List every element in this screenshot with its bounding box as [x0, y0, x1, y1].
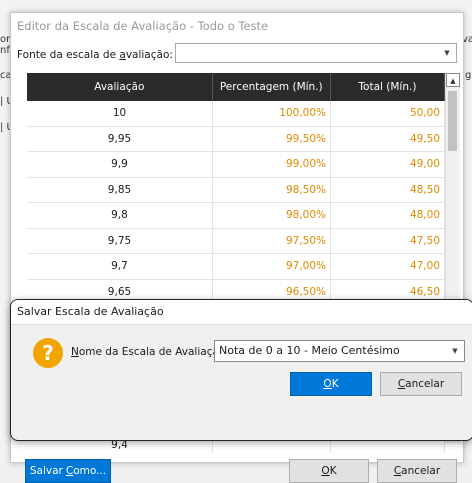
table-row[interactable]: 9,7 97,00% 47,00	[27, 254, 445, 280]
table-row[interactable]: 9,95 99,50% 49,50	[27, 126, 445, 152]
source-label: Fonte da escala de avaliação:	[17, 49, 173, 61]
total-cell[interactable]: 48,00	[331, 203, 445, 228]
save-scale-dialog: Salvar Escala de Avaliação ? Nome da Esc…	[10, 299, 472, 441]
scale-name-value: Nota de 0 a 10 - Meio Centésimo	[219, 344, 400, 357]
question-icon: ?	[33, 338, 63, 368]
grade-cell[interactable]: 9,85	[27, 177, 213, 202]
total-cell[interactable]: 47,50	[331, 228, 445, 253]
column-header-percent[interactable]: Percentagem (Mín.)	[213, 73, 331, 101]
chevron-down-icon[interactable]: ▼	[438, 44, 456, 62]
percent-cell[interactable]: 98,50%	[213, 177, 331, 202]
scale-name-label: Nome da Escala de Avaliação	[71, 346, 226, 358]
grid-header: Avaliação Percentagem (Mín.) Total (Mín.…	[27, 73, 445, 101]
scroll-thumb[interactable]	[448, 91, 457, 151]
percent-cell[interactable]: 100,00%	[213, 101, 331, 126]
grade-cell[interactable]: 9,75	[27, 228, 213, 253]
chevron-down-icon[interactable]: ▼	[446, 341, 464, 361]
grade-cell[interactable]: 9,8	[27, 203, 213, 228]
ok-button[interactable]: OK	[289, 459, 369, 483]
scroll-up-icon[interactable]: ▲	[446, 73, 460, 87]
cancel-button[interactable]: Cancelar	[377, 459, 457, 483]
save-cancel-button[interactable]: Cancelar	[380, 372, 462, 396]
grade-cell[interactable]: 9,95	[27, 126, 213, 151]
total-cell[interactable]: 50,00	[331, 101, 445, 126]
grade-cell[interactable]: 10	[27, 101, 213, 126]
total-cell[interactable]: 48,50	[331, 177, 445, 202]
bg-text-fragment: nf	[0, 45, 10, 56]
percent-cell[interactable]: 99,00%	[213, 152, 331, 177]
column-header-grade[interactable]: Avaliação	[27, 73, 213, 101]
dialog-title: Editor da Escala de Avaliação - Todo o T…	[17, 19, 269, 33]
total-cell[interactable]: 47,00	[331, 254, 445, 279]
table-row[interactable]: 9,85 98,50% 48,50	[27, 177, 445, 203]
table-row[interactable]: 9,9 99,00% 49,00	[27, 152, 445, 178]
percent-cell[interactable]: 97,50%	[213, 228, 331, 253]
table-row[interactable]: 9,75 97,50% 47,50	[27, 228, 445, 254]
total-cell[interactable]: 49,00	[331, 152, 445, 177]
table-row[interactable]: 9,8 98,00% 48,00	[27, 203, 445, 229]
percent-cell[interactable]: 97,00%	[213, 254, 331, 279]
table-row[interactable]: 10 100,00% 50,00	[27, 101, 445, 127]
bg-text-fragment: g	[465, 70, 472, 81]
scale-name-combo[interactable]: Nota de 0 a 10 - Meio Centésimo ▼	[214, 340, 465, 362]
save-ok-button[interactable]: OK	[290, 372, 372, 396]
total-cell[interactable]: 49,50	[331, 126, 445, 151]
percent-cell[interactable]: 99,50%	[213, 126, 331, 151]
save-as-button[interactable]: Salvar Como...	[25, 459, 111, 483]
grade-cell[interactable]: 9,7	[27, 254, 213, 279]
column-header-total[interactable]: Total (Mín.)	[331, 73, 445, 101]
source-combo[interactable]: ▼	[175, 43, 457, 63]
grade-cell[interactable]: 9,9	[27, 152, 213, 177]
save-dialog-title: Salvar Escala de Avaliação	[11, 300, 472, 325]
percent-cell[interactable]: 98,00%	[213, 203, 331, 228]
